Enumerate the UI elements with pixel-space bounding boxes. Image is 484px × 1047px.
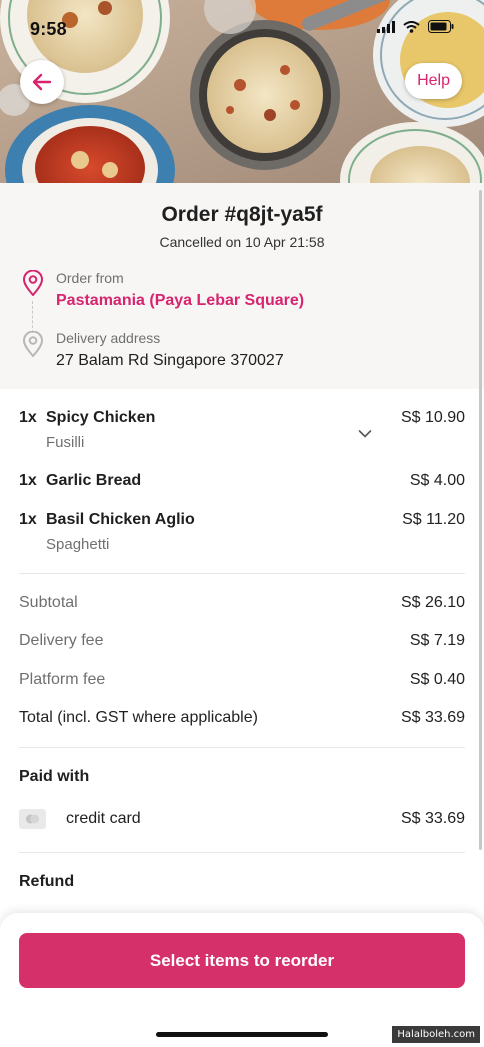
item-price: S$ 4.00	[409, 472, 465, 489]
restaurant-hero-image: 9:58 Help	[0, 0, 484, 183]
item-option: Spaghetti	[46, 536, 110, 553]
order-status: Cancelled on 10 Apr 21:58	[159, 234, 325, 250]
total-label: Total (incl. GST where applicable)	[19, 709, 258, 726]
chevron-down-icon[interactable]	[358, 429, 372, 439]
status-bar: 9:58	[0, 0, 484, 48]
delivery-address: 27 Balam Rd Singapore 370027	[56, 352, 284, 369]
paid-with-title: Paid with	[19, 768, 90, 785]
order-item: 1x Basil Chicken Aglio S$ 11.20 Spaghett…	[19, 511, 465, 561]
credit-card-icon	[19, 809, 46, 829]
status-time: 9:58	[30, 19, 67, 39]
scrollbar[interactable]	[479, 190, 482, 850]
restaurant-pin-icon	[22, 270, 44, 296]
card-logo	[26, 814, 39, 824]
arrow-left-icon	[32, 73, 52, 91]
item-name: Garlic Bread	[46, 472, 142, 489]
order-title: Order #q8jt-ya5f	[161, 203, 323, 226]
order-from-label: Order from	[56, 270, 124, 286]
order-item: 1x Garlic Bread S$ 4.00	[19, 472, 465, 494]
item-price: S$ 11.20	[402, 511, 465, 528]
platform-fee-row: Platform fee S$ 0.40	[19, 671, 465, 693]
refund-title: Refund	[19, 873, 75, 890]
item-quantity: 1x	[19, 511, 37, 528]
divider	[19, 852, 465, 853]
delivery-fee-value: S$ 7.19	[409, 632, 465, 649]
total-row: Total (incl. GST where applicable) S$ 33…	[19, 709, 465, 731]
delivery-fee-label: Delivery fee	[19, 632, 104, 649]
payment-method: credit card	[66, 810, 141, 827]
wifi-icon	[403, 20, 420, 33]
watermark: Halalboleh.com	[392, 1026, 480, 1043]
delivery-fee-row: Delivery fee S$ 7.19	[19, 632, 465, 654]
divider	[19, 573, 465, 574]
delivery-address-label: Delivery address	[56, 330, 161, 346]
platform-fee-label: Platform fee	[19, 671, 106, 688]
platform-fee-value: S$ 0.40	[409, 671, 465, 688]
item-name: Basil Chicken Aglio	[46, 511, 195, 528]
subtotal-label: Subtotal	[19, 594, 78, 611]
item-price: S$ 10.90	[400, 409, 465, 426]
help-button[interactable]: Help	[405, 63, 462, 99]
item-option: Fusilli	[46, 434, 85, 451]
item-quantity: 1x	[19, 409, 37, 426]
back-button[interactable]	[20, 60, 64, 104]
status-icons	[377, 20, 454, 33]
payment-amount: S$ 33.69	[400, 810, 465, 827]
order-header: Order #q8jt-ya5f Cancelled on 10 Apr 21:…	[0, 183, 484, 389]
signal-icon	[377, 20, 395, 33]
item-name: Spicy Chicken	[46, 409, 156, 426]
home-indicator	[156, 1032, 328, 1037]
restaurant-name[interactable]: Pastamania (Paya Lebar Square)	[56, 292, 304, 310]
battery-icon	[428, 20, 454, 33]
order-item[interactable]: 1x Spicy Chicken S$ 10.90 Fusilli	[19, 409, 465, 459]
subtotal-value: S$ 26.10	[400, 594, 465, 611]
total-value: S$ 33.69	[400, 709, 465, 726]
delivery-pin-icon	[22, 331, 44, 357]
divider	[19, 747, 465, 748]
reorder-button[interactable]: Select items to reorder	[19, 933, 465, 988]
item-quantity: 1x	[19, 472, 37, 489]
subtotal-row: Subtotal S$ 26.10	[19, 594, 465, 616]
route-line	[32, 301, 33, 333]
